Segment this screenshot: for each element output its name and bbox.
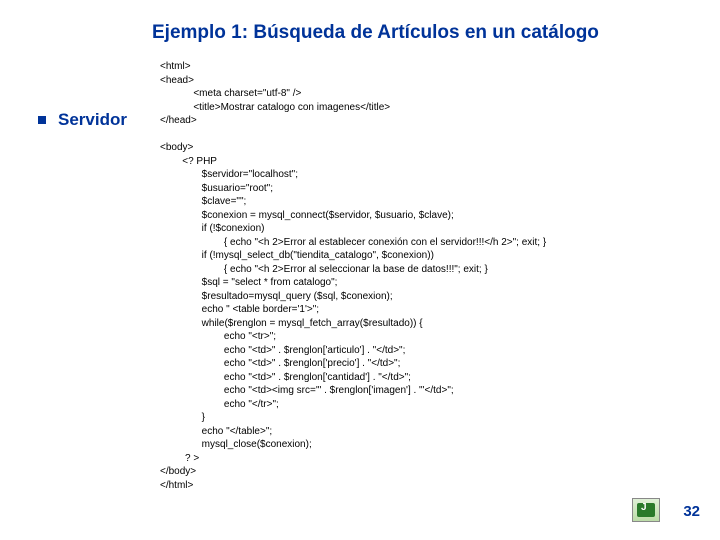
page-number: 32 (683, 503, 700, 520)
footer-logo-icon (632, 498, 660, 522)
bullet-label: Servidor (58, 110, 127, 130)
square-bullet-icon (38, 116, 46, 124)
bullet-item: Servidor (38, 110, 127, 130)
slide-title: Ejemplo 1: Búsqueda de Artículos en un c… (152, 22, 599, 44)
code-block: <html> <head> <meta charset="utf-8" /> <… (160, 60, 546, 492)
